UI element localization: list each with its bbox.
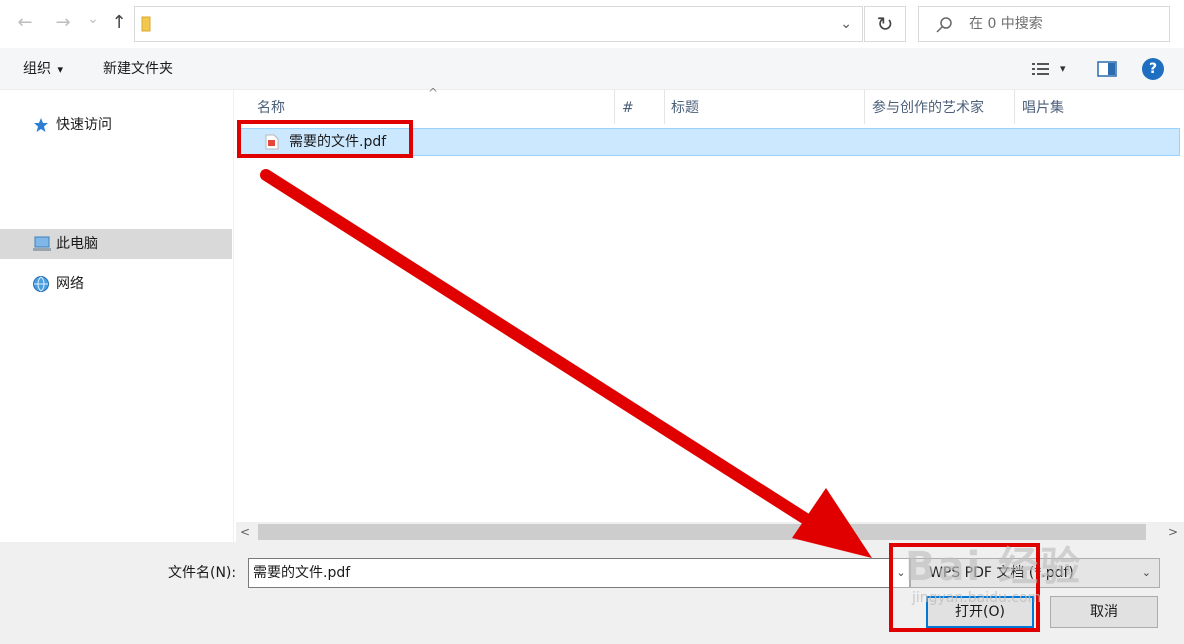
up-folder-icon[interactable]: ↑ (106, 0, 132, 46)
filetype-caret-icon: ⌄ (1141, 566, 1151, 579)
sort-ascending-icon: ^ (428, 86, 439, 100)
column-divider[interactable] (1014, 90, 1015, 124)
search-input[interactable]: 在 0 中搜索 (918, 6, 1170, 42)
column-header-number[interactable]: # (622, 94, 634, 122)
view-details-icon[interactable] (1031, 61, 1051, 77)
back-arrow-icon[interactable]: ← (12, 0, 38, 46)
column-header-album[interactable]: 唱片集 (1022, 94, 1064, 122)
refresh-button[interactable]: ↻ (864, 6, 906, 42)
filename-label: 文件名(N): (168, 565, 237, 581)
path-dropdown-icon[interactable]: ⌄ (840, 7, 852, 41)
organize-button[interactable]: 组织 ▾ (23, 48, 63, 91)
column-divider[interactable] (664, 90, 665, 124)
nav-item-label: 快速访问 (56, 117, 112, 133)
computer-icon (33, 236, 51, 251)
address-path-field[interactable]: ⌄ (134, 6, 863, 42)
search-placeholder: 在 0 中搜索 (969, 16, 1043, 32)
view-options-caret-icon[interactable]: ▾ (1060, 48, 1066, 90)
nav-item-this-pc[interactable]: 此电脑 (0, 229, 232, 259)
nav-item-label: 网络 (56, 276, 84, 292)
watermark-logo: Bai 经验 (905, 544, 1083, 590)
scroll-left-arrow-icon[interactable]: < (240, 522, 250, 542)
column-divider[interactable] (864, 90, 865, 124)
nav-item-label: 此电脑 (56, 236, 98, 252)
preview-pane-icon[interactable] (1097, 60, 1117, 78)
forward-arrow-icon[interactable]: → (50, 0, 76, 46)
column-header-title[interactable]: 标题 (671, 94, 699, 122)
cancel-button[interactable]: 取消 (1050, 596, 1158, 628)
recent-locations-icon[interactable]: ⌄ (84, 0, 102, 42)
nav-item-network[interactable]: 网络 (0, 269, 232, 299)
search-icon (936, 17, 952, 33)
watermark-url: jingyan.baidu.com (912, 590, 1042, 606)
column-divider[interactable] (614, 90, 615, 124)
star-icon (34, 118, 48, 132)
column-header-name[interactable]: 名称 (257, 94, 285, 122)
organize-caret-icon: ▾ (57, 63, 63, 76)
folder-icon (141, 16, 151, 32)
navigation-pane: 快速访问 此电脑 网络 (0, 90, 234, 542)
command-toolbar: 组织 ▾ 新建文件夹 ▾ ? (0, 48, 1184, 90)
column-header-artist[interactable]: 参与创作的艺术家 (872, 94, 984, 122)
address-bar-row: ← → ⌄ ↑ ⌄ ↻ 在 0 中搜索 (0, 0, 1184, 46)
scroll-right-arrow-icon[interactable]: > (1168, 522, 1178, 542)
help-button[interactable]: ? (1142, 58, 1164, 80)
new-folder-button[interactable]: 新建文件夹 (103, 48, 173, 90)
organize-label: 组织 (23, 61, 51, 77)
highlight-box-file (237, 120, 413, 158)
network-icon (33, 276, 49, 292)
nav-item-quick-access[interactable]: 快速访问 (0, 110, 232, 140)
filename-value: 需要的文件.pdf (253, 565, 351, 581)
filename-input[interactable]: 需要的文件.pdf (248, 558, 892, 588)
